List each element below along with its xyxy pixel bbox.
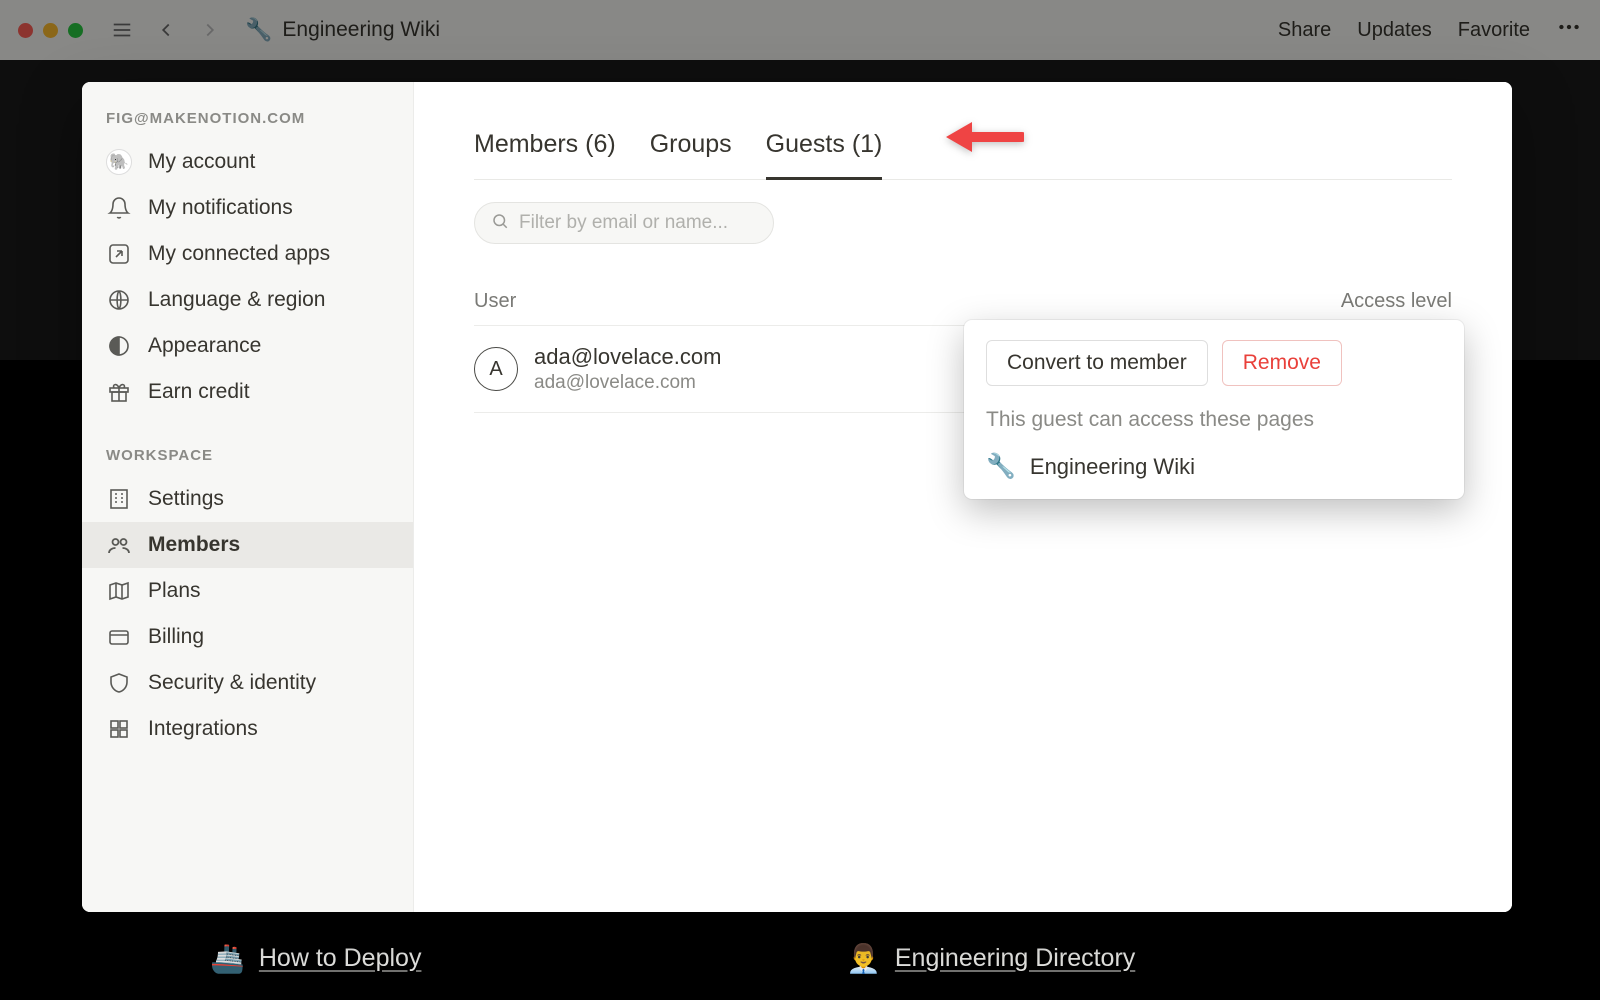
background-page-list: 🚢 How to Deploy 👨‍💼 Engineering Director…	[0, 912, 1600, 992]
page-link-label: How to Deploy	[259, 944, 422, 973]
page-emoji-icon: 🔧	[986, 452, 1016, 481]
guest-email: ada@lovelace.com	[534, 372, 721, 394]
sidebar-item-appearance[interactable]: Appearance	[82, 323, 413, 369]
background-page-item: 👨‍💼 Engineering Directory	[846, 942, 1135, 975]
sidebar-item-label: Appearance	[148, 334, 261, 358]
people-icon	[106, 532, 132, 558]
sidebar-item-label: My account	[148, 150, 255, 174]
popover-note: This guest can access these pages	[986, 408, 1442, 432]
avatar-icon: 🐘	[106, 149, 132, 175]
column-access: Access level	[1341, 290, 1452, 313]
page-emoji-icon: 🚢	[210, 942, 245, 975]
tab-groups[interactable]: Groups	[650, 120, 732, 179]
callout-arrow-icon	[944, 114, 1024, 165]
remove-guest-button[interactable]: Remove	[1222, 340, 1342, 386]
sidebar-item-notifications[interactable]: My notifications	[82, 185, 413, 231]
popover-page-label: Engineering Wiki	[1030, 454, 1195, 480]
globe-icon	[106, 287, 132, 313]
sidebar-heading-account: FIG@MAKENOTION.COM	[82, 104, 413, 139]
sidebar-heading-workspace: WORKSPACE	[82, 441, 413, 476]
building-icon	[106, 486, 132, 512]
sidebar-item-label: Integrations	[148, 717, 258, 741]
grid-icon	[106, 716, 132, 742]
sidebar-item-settings[interactable]: Settings	[82, 476, 413, 522]
page-link-label: Engineering Directory	[895, 944, 1135, 973]
sidebar-item-billing[interactable]: Billing	[82, 614, 413, 660]
sidebar-item-language-region[interactable]: Language & region	[82, 277, 413, 323]
search-icon	[491, 212, 509, 235]
guest-avatar: A	[474, 347, 518, 391]
external-link-icon	[106, 241, 132, 267]
sidebar-item-label: My connected apps	[148, 242, 330, 266]
sidebar-item-earn-credit[interactable]: Earn credit	[82, 369, 413, 415]
sidebar-item-members[interactable]: Members	[82, 522, 413, 568]
settings-sidebar: FIG@MAKENOTION.COM 🐘 My account My notif…	[82, 82, 414, 912]
column-user: User	[474, 290, 516, 313]
guest-access-popover: Convert to member Remove This guest can …	[964, 320, 1464, 499]
sidebar-item-security[interactable]: Security & identity	[82, 660, 413, 706]
sidebar-item-integrations[interactable]: Integrations	[82, 706, 413, 752]
popover-page-item[interactable]: 🔧 Engineering Wiki	[986, 452, 1442, 481]
sidebar-item-connected-apps[interactable]: My connected apps	[82, 231, 413, 277]
sidebar-item-label: Earn credit	[148, 380, 250, 404]
sidebar-item-label: Settings	[148, 487, 224, 511]
sidebar-item-label: Security & identity	[148, 671, 316, 695]
sidebar-item-label: Members	[148, 533, 240, 557]
moon-icon	[106, 333, 132, 359]
sidebar-item-plans[interactable]: Plans	[82, 568, 413, 614]
guest-user-cell: A ada@lovelace.com ada@lovelace.com	[474, 344, 721, 394]
tab-members[interactable]: Members (6)	[474, 120, 616, 179]
tab-guests[interactable]: Guests (1)	[766, 120, 883, 180]
sidebar-item-label: Billing	[148, 625, 204, 649]
bell-icon	[106, 195, 132, 221]
shield-icon	[106, 670, 132, 696]
sidebar-item-label: My notifications	[148, 196, 293, 220]
filter-input[interactable]	[519, 212, 764, 234]
sidebar-item-label: Language & region	[148, 288, 326, 312]
convert-to-member-button[interactable]: Convert to member	[986, 340, 1208, 386]
credit-card-icon	[106, 624, 132, 650]
sidebar-item-my-account[interactable]: 🐘 My account	[82, 139, 413, 185]
guest-name: ada@lovelace.com	[534, 344, 721, 370]
map-icon	[106, 578, 132, 604]
gift-icon	[106, 379, 132, 405]
filter-search[interactable]	[474, 202, 774, 244]
sidebar-item-label: Plans	[148, 579, 201, 603]
background-page-item: 🚢 How to Deploy	[210, 942, 421, 975]
page-emoji-icon: 👨‍💼	[846, 942, 881, 975]
